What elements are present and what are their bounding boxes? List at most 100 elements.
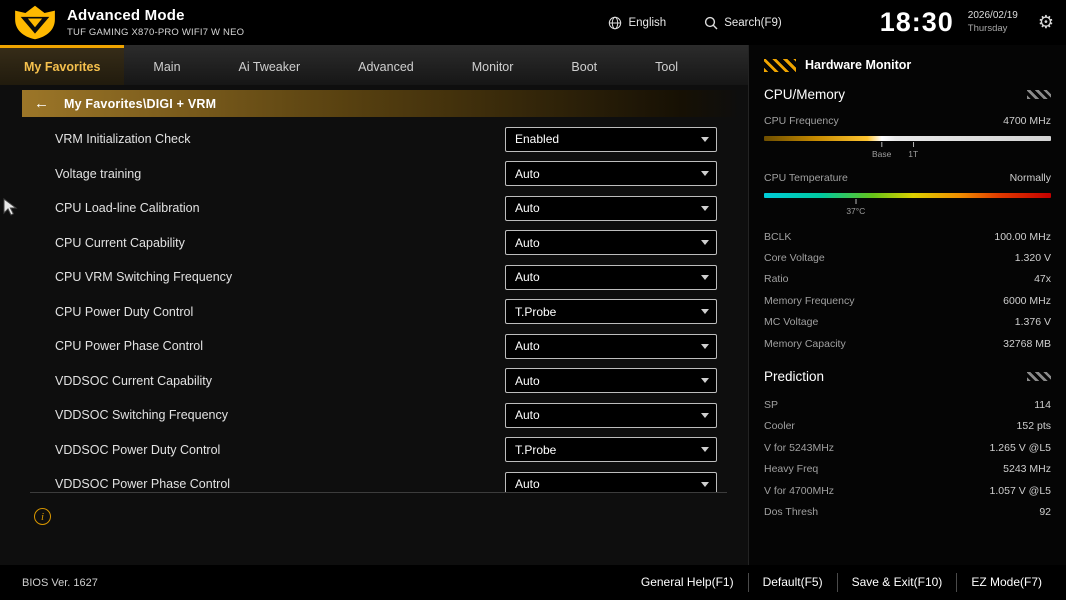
stat-value: 6000 MHz	[1003, 294, 1051, 307]
list-divider	[30, 492, 727, 493]
stat-label: SP	[764, 399, 779, 412]
tab-boot[interactable]: Boot	[542, 45, 626, 85]
search-button[interactable]: Search(F9)	[704, 16, 782, 30]
cpu-frequency-row: CPU Frequency 4700 MHz	[764, 115, 1051, 127]
bios-version: BIOS Ver. 1627	[22, 576, 98, 589]
setting-label: CPU Load-line Calibration	[55, 201, 200, 216]
tab-label: Main	[153, 59, 181, 74]
tab-main[interactable]: Main	[124, 45, 209, 85]
tab-label: Tool	[655, 59, 679, 74]
stat-value: 100.00 MHz	[994, 230, 1051, 243]
gear-icon[interactable]: ⚙	[1038, 12, 1054, 33]
stripes-icon	[1027, 90, 1051, 99]
stat-label: Memory Capacity	[764, 337, 846, 350]
cpu-frequency-label: CPU Frequency	[764, 115, 839, 127]
language-selector[interactable]: English	[608, 16, 666, 30]
temp-marker-label: 37°C	[846, 206, 866, 216]
setting-row: CPU Load-line Calibration Auto	[0, 191, 728, 226]
setting-dropdown[interactable]: Auto	[505, 195, 717, 221]
top-bar-right: English Search(F9) 18:30 2026/02/19 Thur…	[608, 7, 1066, 38]
monitor-stat-row: MC Voltage 1.376 V	[764, 312, 1051, 333]
setting-label: CPU VRM Switching Frequency	[55, 270, 233, 285]
setting-dropdown[interactable]: Auto	[505, 368, 717, 394]
footer-action[interactable]: General Help(F1)	[627, 573, 748, 591]
setting-dropdown[interactable]: Enabled	[505, 126, 717, 152]
chevron-down-icon	[701, 274, 709, 280]
monitor-stat-row: V for 5243MHz 1.265 V @L5	[764, 437, 1051, 458]
stat-value: 92	[1039, 505, 1051, 518]
setting-value: Auto	[515, 270, 540, 285]
chevron-down-icon	[701, 412, 709, 418]
settings-list: VRM Initialization Check Enabled Voltage…	[0, 122, 728, 492]
chevron-down-icon	[701, 343, 709, 349]
tick-icon	[855, 199, 857, 204]
setting-label: VRM Initialization Check	[55, 132, 191, 147]
freq-marks: Base 1T	[764, 141, 1051, 159]
bios-screen: Advanced Mode TUF GAMING X870-PRO WIFI7 …	[0, 0, 1066, 600]
stat-label: Heavy Freq	[764, 463, 819, 476]
weekday: Thursday	[967, 22, 1008, 34]
prediction-section-header: Prediction	[764, 369, 1051, 384]
setting-dropdown[interactable]: T.Probe	[505, 299, 717, 325]
clock: 18:30	[879, 7, 954, 37]
footer-actions: General Help(F1) Default(F5) Save & Exit(F…	[627, 573, 1056, 592]
setting-label: CPU Power Duty Control	[55, 304, 194, 319]
stat-value: 114	[1034, 399, 1051, 412]
monitor-stat-row: Memory Capacity 32768 MB	[764, 333, 1051, 354]
setting-dropdown[interactable]: Auto	[505, 230, 717, 256]
setting-value: Auto	[515, 166, 540, 181]
hardware-monitor-panel: Hardware Monitor CPU/Memory CPU Frequenc…	[748, 45, 1066, 565]
stat-label: Dos Thresh	[764, 505, 819, 518]
setting-label: VDDSOC Current Capability	[55, 373, 212, 388]
tab-advanced[interactable]: Advanced	[329, 45, 443, 85]
setting-row: CPU VRM Switching Frequency Auto	[0, 260, 728, 295]
tab-my-favorites[interactable]: My Favorites	[0, 45, 125, 85]
setting-value: T.Probe	[515, 304, 557, 319]
tick-icon	[881, 142, 883, 147]
cpu-frequency-value: 4700 MHz	[1003, 115, 1051, 127]
monitor-stat-row: Core Voltage 1.320 V	[764, 247, 1051, 268]
setting-row: VDDSOC Power Phase Control Auto	[0, 467, 728, 492]
cpu-stats: BCLK 100.00 MHz Core Voltage 1.320 V Rat…	[764, 226, 1051, 354]
monitor-stat-row: Memory Frequency 6000 MHz	[764, 290, 1051, 311]
tab-monitor[interactable]: Monitor	[443, 45, 543, 85]
hardware-monitor-title: Hardware Monitor	[805, 58, 912, 72]
footer-action[interactable]: EZ Mode(F7)	[956, 573, 1056, 592]
tab-label: Boot	[571, 59, 598, 74]
stat-value: 1.376 V	[1014, 316, 1051, 329]
back-arrow-icon[interactable]: ←	[34, 96, 49, 111]
setting-dropdown[interactable]: Auto	[505, 161, 717, 187]
globe-icon	[609, 16, 622, 29]
tab-ai-tweaker[interactable]: Ai Tweaker	[210, 45, 330, 85]
tab-label: Monitor	[471, 59, 514, 74]
setting-label: CPU Current Capability	[55, 235, 185, 250]
setting-value: Auto	[515, 373, 540, 388]
monitor-stat-row: Ratio 47x	[764, 269, 1051, 290]
tab-label: Ai Tweaker	[238, 59, 301, 74]
setting-row: CPU Current Capability Auto	[0, 226, 728, 261]
setting-label: VDDSOC Switching Frequency	[55, 408, 228, 423]
setting-row: VRM Initialization Check Enabled	[0, 122, 728, 157]
stat-value: 32768 MB	[1003, 337, 1051, 350]
stat-label: Ratio	[764, 273, 789, 286]
setting-value: Auto	[515, 235, 540, 250]
stat-label: V for 4700MHz	[764, 484, 835, 497]
footer-action[interactable]: Default(F5)	[747, 573, 837, 592]
brand: Advanced Mode TUF GAMING X870-PRO WIFI7 …	[0, 5, 244, 40]
setting-dropdown[interactable]: Auto	[505, 333, 717, 359]
stat-label: MC Voltage	[764, 316, 819, 329]
monitor-stat-row: V for 4700MHz 1.057 V @L5	[764, 480, 1051, 501]
stat-label: Core Voltage	[764, 252, 825, 265]
chevron-down-icon	[701, 378, 709, 384]
chevron-down-icon	[701, 205, 709, 211]
setting-dropdown[interactable]: T.Probe	[505, 437, 717, 463]
monitor-stat-row: Dos Thresh 92	[764, 501, 1051, 522]
setting-label: VDDSOC Power Phase Control	[55, 477, 231, 492]
tab-tool[interactable]: Tool	[626, 45, 707, 85]
footer-action[interactable]: Save & Exit(F10)	[836, 573, 957, 592]
setting-dropdown[interactable]: Auto	[505, 264, 717, 290]
tick-icon	[912, 142, 914, 147]
cpu-temperature-label: CPU Temperature	[764, 172, 848, 184]
setting-dropdown[interactable]: Auto	[505, 402, 717, 428]
setting-dropdown[interactable]: Auto	[505, 471, 717, 492]
